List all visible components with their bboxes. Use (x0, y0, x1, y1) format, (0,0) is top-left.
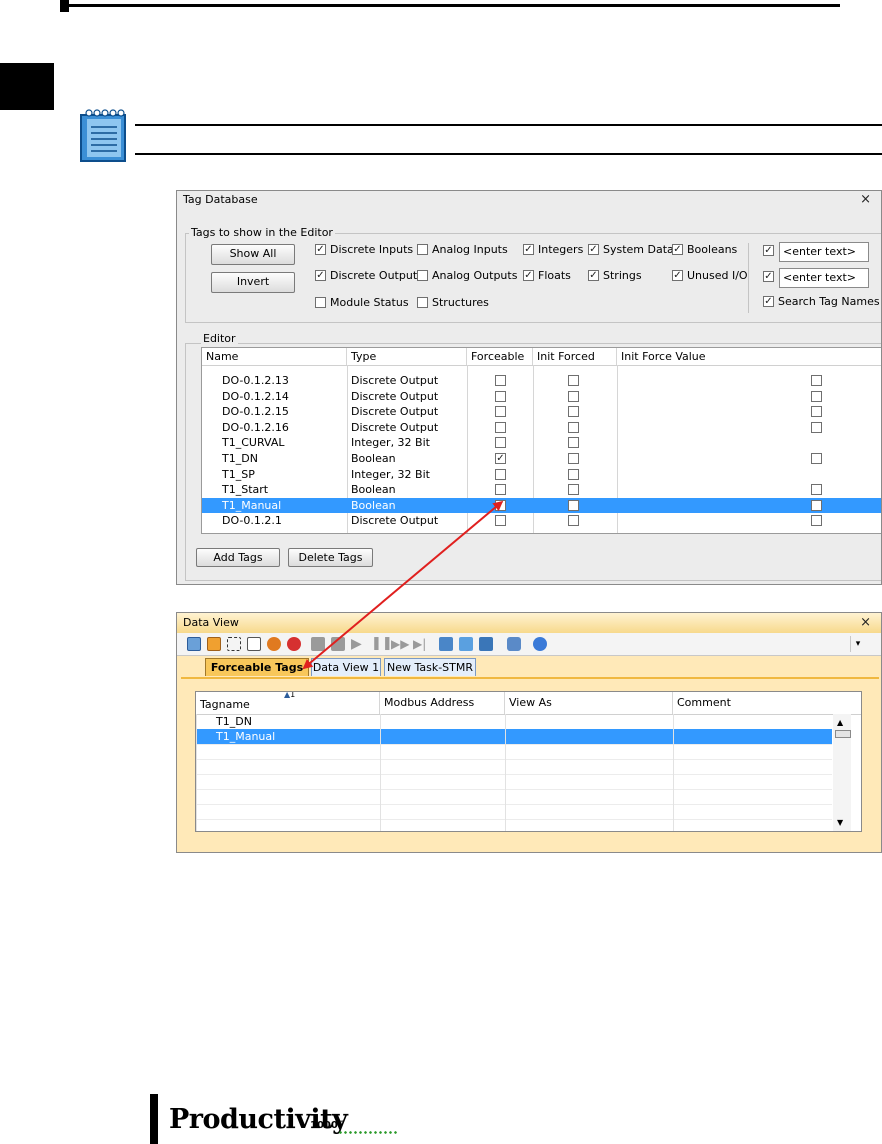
productivity-logo: Productivity 1000™ (150, 1094, 410, 1144)
annotation-arrow (302, 500, 504, 670)
logo-dots (338, 1131, 398, 1134)
logo-model: 1000™ (310, 1120, 344, 1131)
